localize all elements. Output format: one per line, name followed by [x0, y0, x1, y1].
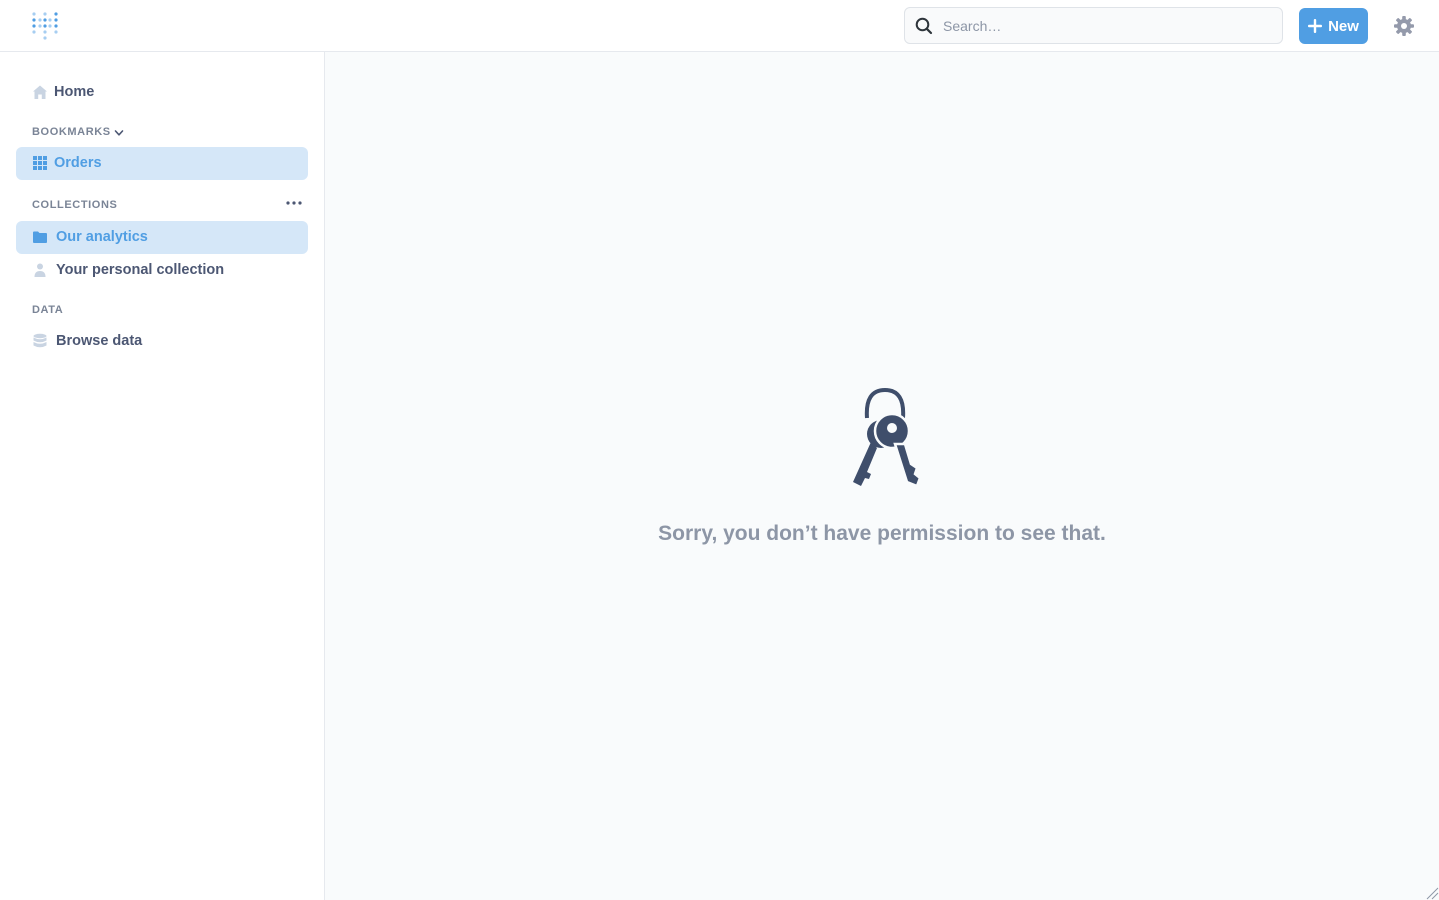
data-section-title: DATA	[32, 304, 64, 316]
folder-icon	[33, 231, 47, 243]
sidebar-item-home[interactable]: Home	[16, 76, 308, 109]
bookmarks-section-title: BOOKMARKS	[32, 126, 111, 138]
keys-icon	[853, 387, 922, 488]
metabase-logo-icon[interactable]	[31, 10, 59, 40]
app-window: New Home BOOKMARKS	[0, 0, 1439, 900]
new-button[interactable]: New	[1299, 8, 1368, 44]
sidebar-item-browse-data[interactable]: Browse data	[16, 325, 308, 358]
sidebar-item-our-analytics[interactable]: Our analytics	[16, 221, 308, 254]
sidebar: Home BOOKMARKS Orders COLLECTIONS Our an…	[0, 52, 325, 900]
search-icon	[915, 17, 933, 35]
new-button-label: New	[1328, 17, 1359, 35]
chevron-down-icon[interactable]	[114, 128, 124, 138]
main-content: Sorry, you don’t have permission to see …	[325, 52, 1439, 900]
sidebar-item-personal-collection[interactable]: Your personal collection	[16, 254, 308, 287]
home-icon	[33, 85, 47, 99]
grid-icon	[33, 156, 47, 170]
resize-handle-icon[interactable]	[1425, 886, 1439, 900]
top-navbar: New	[0, 0, 1439, 52]
search-box[interactable]	[904, 7, 1283, 44]
gear-icon[interactable]	[1394, 16, 1414, 36]
database-icon	[33, 333, 47, 348]
sidebar-item-orders[interactable]: Orders	[16, 147, 308, 180]
sidebar-item-label: Home	[54, 84, 95, 100]
collections-section-title: COLLECTIONS	[32, 199, 118, 211]
sidebar-item-label: Our analytics	[56, 229, 148, 245]
person-icon	[34, 263, 46, 277]
plus-icon	[1308, 19, 1323, 33]
more-options-icon[interactable]	[284, 198, 304, 208]
sidebar-item-label: Orders	[54, 155, 102, 171]
permission-denied-message: Sorry, you don’t have permission to see …	[658, 522, 1106, 545]
sidebar-item-label: Browse data	[56, 333, 143, 349]
sidebar-item-label: Your personal collection	[56, 262, 225, 278]
search-input[interactable]	[943, 8, 1273, 43]
